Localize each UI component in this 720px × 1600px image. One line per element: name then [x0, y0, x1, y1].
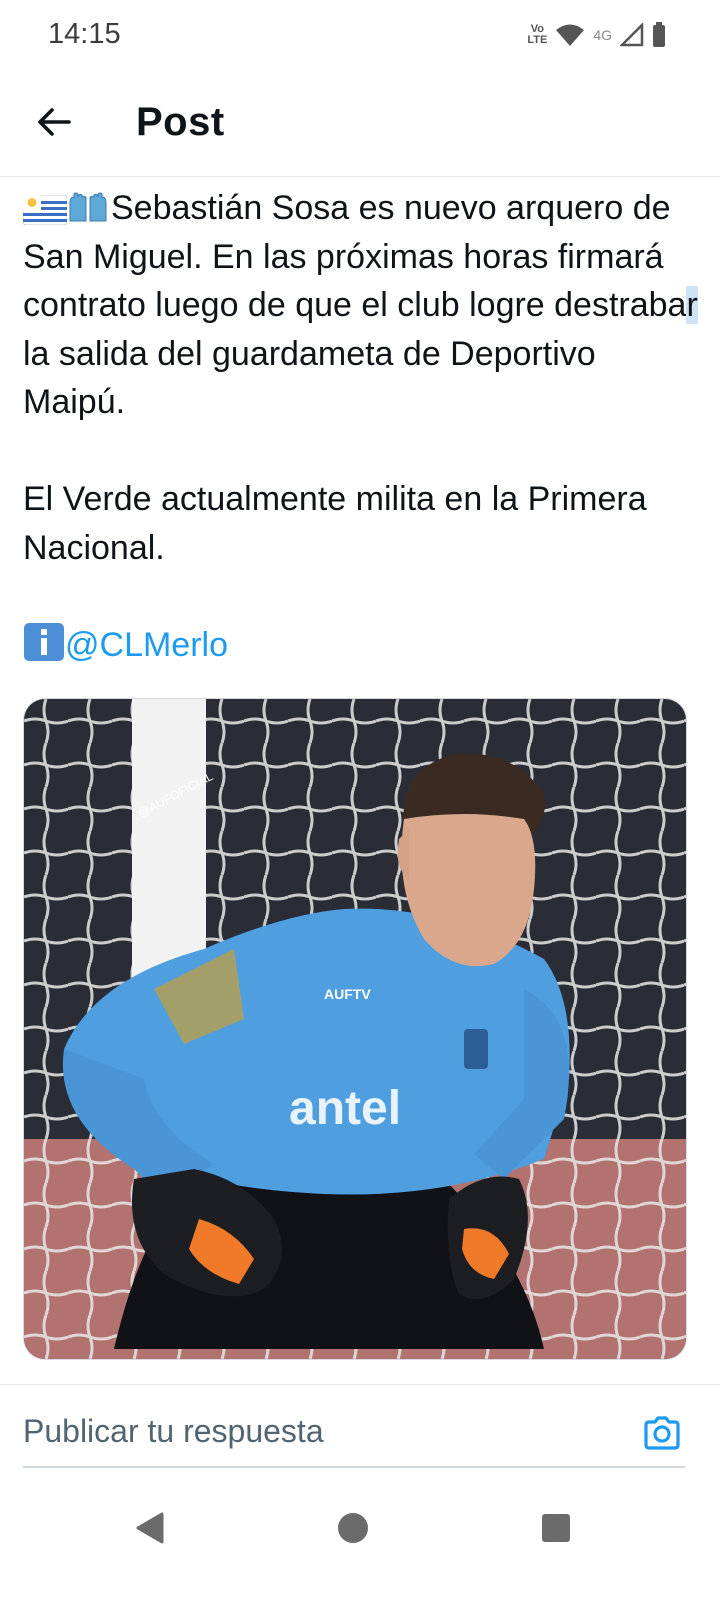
arrow-left-icon — [38, 108, 71, 136]
back-button[interactable] — [30, 98, 78, 146]
signal-icon — [620, 23, 644, 47]
top-app-bar: Post — [0, 72, 720, 177]
nav-back-button[interactable] — [126, 1504, 174, 1552]
nav-home-button[interactable] — [329, 1504, 377, 1552]
text-cursor-highlight: r — [686, 286, 698, 324]
camera-button[interactable] — [642, 1413, 682, 1453]
nav-recents-button[interactable] — [532, 1504, 580, 1552]
status-icons: Vo LTE 4G — [527, 20, 666, 50]
system-nav-bar — [0, 1480, 720, 1600]
post-text: Sebastián Sosa es nuevo arquero de San M… — [23, 184, 703, 669]
status-bar: 14:15 Vo LTE 4G — [0, 0, 720, 72]
post-paragraph-1: Sebastián Sosa es nuevo arquero de San M… — [23, 189, 698, 421]
nav-home-icon — [338, 1513, 368, 1543]
post-paragraph-2: El Verde actualmente milita en la Primer… — [23, 480, 647, 567]
post-paragraph-3: @CLMerlo — [23, 621, 703, 670]
gloves-icon — [69, 192, 107, 222]
reply-composer[interactable]: Publicar tu respuesta — [0, 1384, 720, 1469]
reply-underline — [23, 1466, 685, 1468]
battery-icon — [653, 22, 665, 47]
nav-back-icon — [136, 1512, 164, 1544]
badge-text: AUFTV — [324, 986, 371, 1002]
volte-icon: Vo LTE — [527, 23, 548, 46]
reply-input[interactable]: Publicar tu respuesta — [23, 1413, 324, 1450]
status-time: 14:15 — [48, 18, 121, 50]
sponsor-text: antel — [289, 1082, 401, 1135]
goalkeeper-photo: @AUFOFICIAL antel AUFTV — [24, 699, 686, 1359]
camera-icon — [644, 1416, 680, 1450]
uruguay-flag-icon — [23, 195, 67, 225]
mention-link[interactable]: @CLMerlo — [65, 626, 228, 664]
post-image[interactable]: @AUFOFICIAL antel AUFTV — [23, 698, 687, 1360]
nav-recents-icon — [542, 1514, 570, 1542]
network-type: 4G — [593, 27, 612, 43]
page-title: Post — [136, 100, 225, 144]
wifi-icon — [556, 24, 585, 46]
information-icon — [24, 622, 64, 661]
